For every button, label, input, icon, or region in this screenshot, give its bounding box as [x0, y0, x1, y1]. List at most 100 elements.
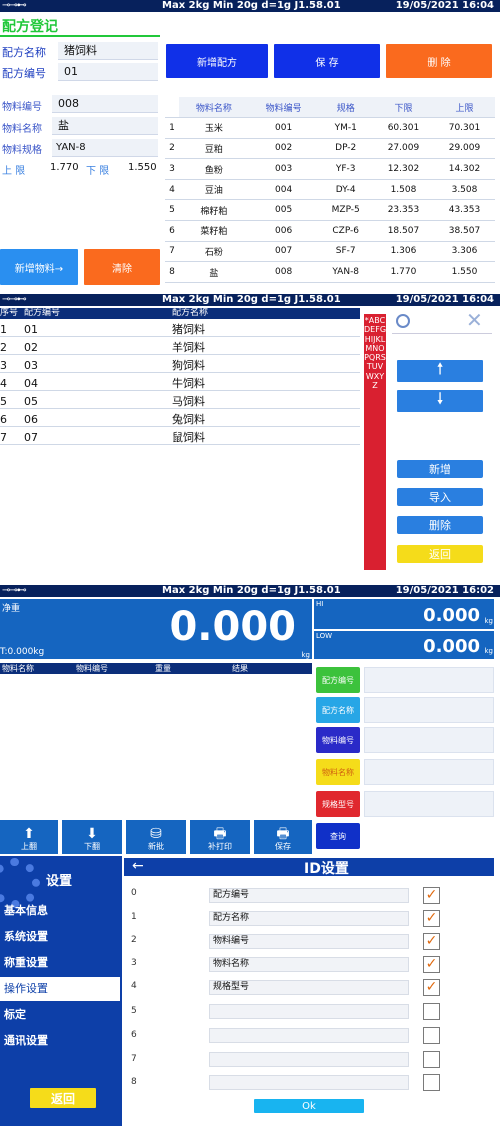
add-button[interactable]: 新增 — [397, 460, 483, 478]
settings-title: 设置 — [46, 874, 73, 889]
material-spec-field[interactable]: YAN-8 — [52, 139, 158, 157]
checkbox-2[interactable]: ✓ — [423, 933, 440, 950]
arrow-down-icon: ⬇ — [86, 826, 98, 842]
delete-button[interactable]: 删 除 — [386, 44, 492, 78]
recipe-name-button[interactable]: 配方名称 — [316, 697, 360, 723]
table-row[interactable]: 5 棉籽粕 005 MZP-5 23.353 43.353 — [165, 199, 495, 222]
recipe-name-field[interactable]: 猪饲料 — [58, 42, 158, 60]
list-item[interactable]: 3 03 狗饲料 — [0, 358, 360, 373]
row-index: 6 — [131, 1030, 137, 1040]
row-index: 1 — [131, 912, 137, 922]
page-down-button[interactable]: ⬇ 下翻 — [62, 820, 122, 854]
reprint-button[interactable]: 🖶 补打印 — [190, 820, 250, 854]
save-button[interactable]: 🖶 保存 — [254, 820, 312, 854]
arrow-up-icon: ⬆ — [23, 826, 35, 842]
checkbox-8[interactable] — [423, 1074, 440, 1091]
menu-basic-info[interactable]: 基本信息 — [0, 899, 120, 923]
scale-info: Max 2kg Min 20g d=1g J1.58.01 — [162, 0, 341, 11]
arrow-down-button[interactable]: 🠗 — [397, 389, 483, 412]
recipe-code-field[interactable] — [364, 667, 494, 693]
upper-limit-label: 上 限 — [2, 166, 26, 177]
id-field-3[interactable]: 物料名称 — [209, 957, 409, 972]
id-field-7[interactable] — [209, 1052, 409, 1067]
ok-button[interactable]: Ok — [254, 1099, 364, 1113]
back-button[interactable]: 返回 — [397, 545, 483, 563]
weighing-screen: ⊸⊸⊷ Max 2kg Min 20g d=1g J1.58.01 19/05/… — [0, 585, 500, 855]
table-row[interactable]: 7 石粉 007 SF-7 1.306 3.306 — [165, 241, 495, 263]
menu-weighing-settings[interactable]: 称重设置 — [0, 951, 120, 975]
save-button[interactable]: 保 存 — [274, 44, 380, 78]
id-field-1[interactable]: 配方名称 — [209, 911, 409, 926]
list-item[interactable]: 7 07 鼠饲料 — [0, 430, 360, 445]
checkbox-6[interactable] — [423, 1027, 440, 1044]
material-name-button[interactable]: 物料名称 — [316, 759, 360, 785]
table-row[interactable]: 3 鱼粉 003 YF-3 12.302 14.302 — [165, 158, 495, 180]
table-row[interactable]: 8 盐 008 YAN-8 1.770 1.550 — [165, 261, 495, 283]
checkbox-1[interactable]: ✓ — [423, 910, 440, 927]
checkbox-5[interactable] — [423, 1003, 440, 1020]
checkbox-4[interactable]: ✓ — [423, 979, 440, 996]
query-button[interactable]: 查询 — [316, 823, 360, 849]
scale-info: Max 2kg Min 20g d=1g J1.58.01 — [162, 585, 341, 596]
recipe-name-field[interactable] — [364, 697, 494, 723]
list-item[interactable]: 5 05 马饲料 — [0, 394, 360, 409]
upper-limit-value[interactable]: 1.770 — [50, 162, 79, 173]
arrow-up-button[interactable]: 🠕 — [397, 359, 483, 382]
hi-value: 0.000 — [423, 605, 480, 626]
menu-system-settings[interactable]: 系统设置 — [0, 925, 120, 949]
material-code-field[interactable]: 008 — [52, 95, 158, 113]
close-icon[interactable]: ✕ — [466, 310, 483, 330]
lower-limit-value[interactable]: 1.550 — [128, 162, 157, 173]
recipe-code-button[interactable]: 配方编号 — [316, 667, 360, 693]
add-material-button[interactable]: 新增物料→ — [0, 249, 78, 285]
alphabet-index[interactable]: *ABCDEFGHIJKLMNOPQRSTUVWXYZ — [364, 314, 386, 570]
material-code-button[interactable]: 物料编号 — [316, 727, 360, 753]
page-title: 配方登记 — [0, 17, 160, 37]
recipe-list-screen: ⊸⊸⊷ Max 2kg Min 20g d=1g J1.58.01 19/05/… — [0, 294, 500, 574]
table-row[interactable]: 6 菜籽粕 006 CZP-6 18.507 38.507 — [165, 220, 495, 242]
spec-model-field[interactable] — [364, 791, 494, 817]
menu-operation-settings[interactable]: 操作设置 — [0, 977, 120, 1001]
checkbox-0[interactable]: ✓ — [423, 887, 440, 904]
list-item[interactable]: 6 06 兔饲料 — [0, 412, 360, 427]
weight-value: 0.000 — [169, 604, 296, 650]
table-row[interactable]: 2 豆粕 002 DP-2 27.009 29.009 — [165, 138, 495, 160]
material-code-field[interactable] — [364, 727, 494, 753]
id-field-0[interactable]: 配方编号 — [209, 888, 409, 903]
result-table-header: 物料名称 物料编号 重量 结果 — [0, 663, 312, 674]
back-button[interactable]: 返回 — [30, 1088, 96, 1108]
id-field-4[interactable]: 规格型号 — [209, 980, 409, 995]
id-field-5[interactable] — [209, 1004, 409, 1019]
back-arrow-icon[interactable]: ← — [132, 858, 144, 874]
menu-calibration[interactable]: 标定 — [0, 1003, 120, 1027]
page-up-button[interactable]: ⬆ 上翻 — [0, 820, 58, 854]
table-row[interactable]: 1 玉米 001 YM-1 60.301 70.301 — [165, 117, 495, 139]
scale-info: Max 2kg Min 20g d=1g J1.58.01 — [162, 294, 341, 305]
signal-icon: ⊸⊸⊷ — [2, 294, 27, 305]
status-bar: ⊸⊸⊷ Max 2kg Min 20g d=1g J1.58.01 19/05/… — [0, 294, 500, 306]
search-icon[interactable] — [396, 314, 410, 328]
checkbox-3[interactable]: ✓ — [423, 956, 440, 973]
new-recipe-button[interactable]: 新增配方 — [166, 44, 268, 78]
recipe-code-field[interactable]: 01 — [58, 63, 158, 81]
list-item[interactable]: 2 02 羊饲料 — [0, 340, 360, 355]
checkbox-7[interactable] — [423, 1051, 440, 1068]
list-item[interactable]: 4 04 牛饲料 — [0, 376, 360, 391]
recipe-register-screen: ⊸⊸⊷ Max 2kg Min 20g d=1g J1.58.01 19/05/… — [0, 0, 500, 288]
import-button[interactable]: 导入 — [397, 488, 483, 506]
menu-communication-settings[interactable]: 通讯设置 — [0, 1029, 120, 1053]
id-field-2[interactable]: 物料编号 — [209, 934, 409, 949]
id-field-8[interactable] — [209, 1075, 409, 1090]
new-batch-button[interactable]: ⛁ 新批 — [126, 820, 186, 854]
clear-button[interactable]: 清除 — [84, 249, 160, 285]
delete-button[interactable]: 删除 — [397, 516, 483, 534]
datetime: 19/05/2021 16:04 — [395, 294, 494, 305]
table-row[interactable]: 4 豆油 004 DY-4 1.508 3.508 — [165, 179, 495, 201]
list-item[interactable]: 1 01 猪饲料 — [0, 322, 360, 337]
spec-model-button[interactable]: 规格型号 — [316, 791, 360, 817]
list-header: 序号 配方编号 配方名称 — [0, 308, 360, 319]
id-field-6[interactable] — [209, 1028, 409, 1043]
recipe-name-label: 配方名称 — [2, 46, 46, 59]
material-name-field[interactable] — [364, 759, 494, 785]
material-name-field[interactable]: 盐 — [52, 117, 158, 135]
